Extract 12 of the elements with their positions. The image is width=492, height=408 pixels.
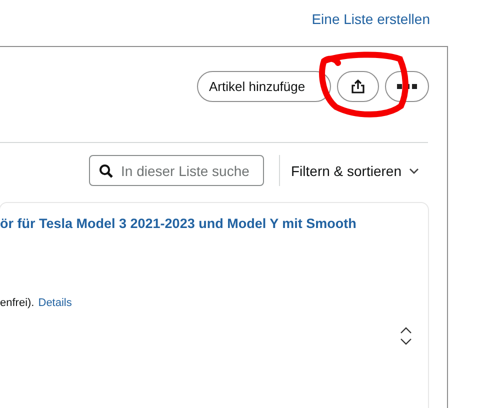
chevron-down-icon [409,168,420,174]
filter-sort-button[interactable]: Filtern & sortieren [291,162,420,178]
up-down-chevron-icon[interactable] [400,327,412,345]
item-note: enfrei). [0,297,34,309]
create-list-link[interactable]: Eine Liste erstellen [312,11,430,27]
share-button[interactable] [337,71,379,102]
share-icon [351,79,365,94]
details-link[interactable]: Details [38,297,72,309]
item-title-link[interactable]: ör für Tesla Model 3 2021-2023 und Model Y mit Smooth [0,216,428,231]
add-item-button[interactable]: Artikel hinzufüge [197,71,331,102]
more-icon [397,84,417,89]
search-field[interactable]: In dieser Liste suche [89,155,264,186]
